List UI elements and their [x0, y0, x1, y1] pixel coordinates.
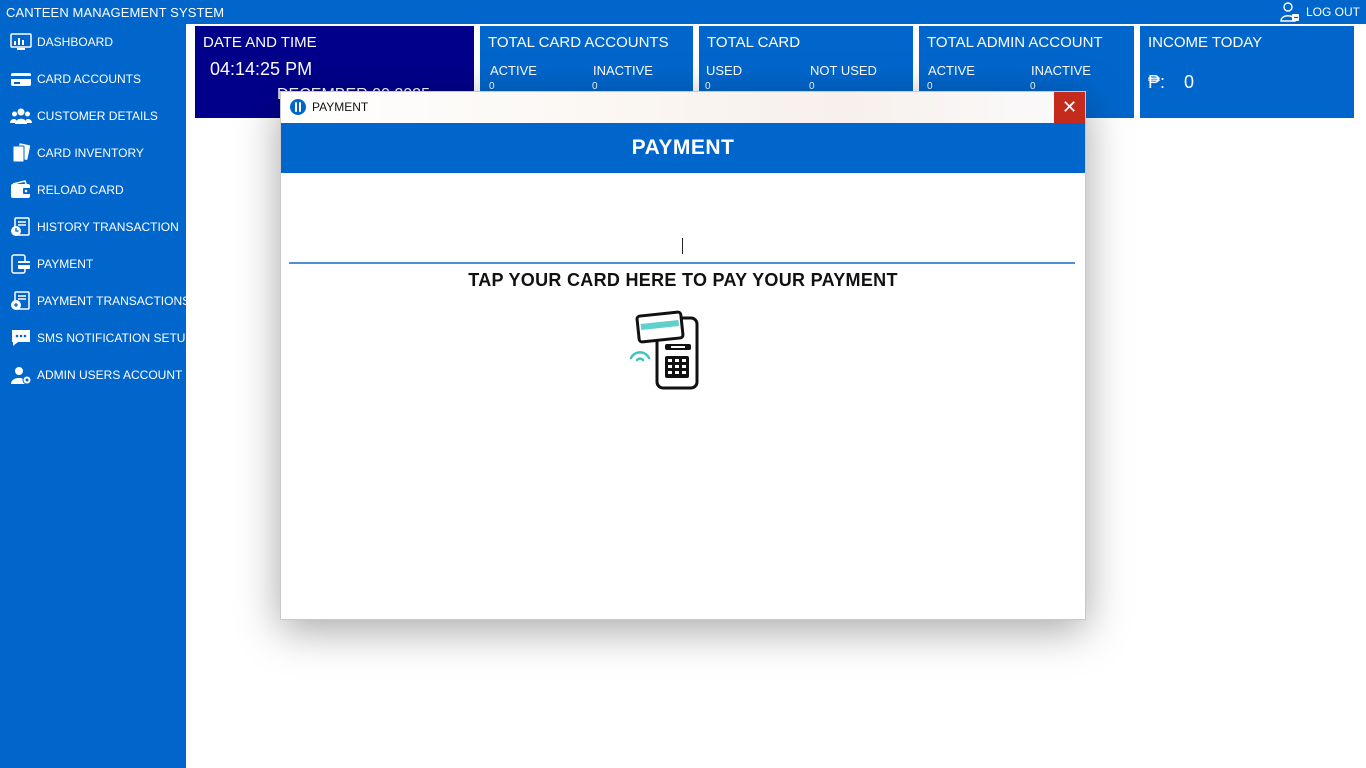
admin-account-title: TOTAL ADMIN ACCOUNT — [927, 34, 1103, 51]
card-terminal-icon — [629, 310, 699, 390]
sidebar-item-card-inventory[interactable]: CARD INVENTORY — [0, 138, 186, 168]
card-accounts-inactive-label: INACTIVE — [593, 63, 653, 78]
users-icon — [10, 108, 32, 124]
sidebar-item-label: DASHBOARD — [37, 35, 114, 49]
close-button[interactable]: ✕ — [1054, 92, 1085, 123]
logout-user-icon — [1280, 2, 1299, 22]
income-today-card: INCOME TODAY ₱: 0 — [1140, 26, 1354, 118]
close-icon: ✕ — [1061, 97, 1078, 117]
sidebar-item-label: SMS NOTIFICATION SETUP — [37, 331, 194, 345]
wallet-icon — [11, 180, 31, 198]
sidebar-item-card-accounts[interactable]: CARD ACCOUNTS — [0, 64, 186, 94]
logout-label: LOG OUT — [1305, 5, 1360, 19]
income-value: 0 — [1184, 72, 1195, 92]
sidebar-item-label: ADMIN USERS ACCOUNT — [37, 368, 183, 382]
sidebar-item-payment-transactions[interactable]: PAYMENT TRANSACTIONS — [0, 286, 190, 316]
sidebar: DASHBOARD CARD ACCOUNTS CUSTOMER DETAILS… — [0, 24, 193, 768]
admin-account-inactive-label: INACTIVE — [1031, 63, 1091, 78]
app-title: CANTEEN MANAGEMENT SYSTEM — [6, 5, 225, 20]
payment-header: PAYMENT — [281, 123, 1085, 173]
sidebar-item-label: CARD ACCOUNTS — [37, 72, 142, 86]
tap-card-instruction: TAP YOUR CARD HERE TO PAY YOUR PAYMENT — [468, 270, 898, 290]
total-card-title: TOTAL CARD — [707, 34, 801, 51]
income-title: INCOME TODAY — [1148, 34, 1263, 51]
datetime-title: DATE AND TIME — [203, 34, 317, 51]
sidebar-item-admin-users-account[interactable]: ADMIN USERS ACCOUNT — [0, 360, 186, 390]
payment-dialog: PAYMENT ✕ PAYMENT TAP YOUR CARD HERE TO … — [280, 91, 1086, 620]
card-accounts-title: TOTAL CARD ACCOUNTS — [488, 34, 669, 51]
sidebar-item-payment[interactable]: PAYMENT — [0, 249, 186, 279]
sidebar-item-history-transaction[interactable]: HISTORY TRANSACTION — [0, 212, 186, 242]
sidebar-item-dashboard[interactable]: DASHBOARD — [0, 27, 186, 57]
transactions-icon — [11, 291, 30, 310]
cards-stack-icon — [12, 143, 31, 163]
sidebar-item-label: RELOAD CARD — [37, 183, 124, 197]
card-icon — [11, 73, 31, 86]
sidebar-item-label: PAYMENT — [37, 257, 94, 271]
payment-dialog-title: PAYMENT — [312, 100, 369, 114]
title-bar: CANTEEN MANAGEMENT SYSTEM LOG OUT — [0, 0, 1366, 24]
current-time: 04:14:25 PM — [210, 59, 313, 79]
logout-button[interactable]: LOG OUT — [1280, 2, 1360, 22]
admin-account-active-label: ACTIVE — [928, 63, 975, 78]
sidebar-item-customer-details[interactable]: CUSTOMER DETAILS — [0, 101, 186, 131]
sidebar-item-label: CUSTOMER DETAILS — [37, 109, 158, 123]
sidebar-item-label: HISTORY TRANSACTION — [37, 220, 179, 234]
total-card-not-used-label: NOT USED — [810, 63, 877, 78]
card-accounts-active-label: ACTIVE — [490, 63, 537, 78]
app-logo-icon — [290, 99, 306, 115]
sidebar-item-reload-card[interactable]: RELOAD CARD — [0, 175, 186, 205]
history-icon — [11, 217, 30, 236]
text-caret — [682, 238, 683, 254]
payment-icon — [11, 254, 30, 274]
payment-header-title: PAYMENT — [631, 136, 735, 159]
admin-icon — [11, 367, 32, 385]
sms-icon — [12, 330, 30, 346]
income-currency: ₱: — [1148, 72, 1166, 92]
sidebar-item-label: PAYMENT TRANSACTIONS — [37, 294, 191, 308]
sidebar-item-sms-notification-setup[interactable]: SMS NOTIFICATION SETUP — [0, 323, 193, 353]
dashboard-icon — [10, 33, 32, 50]
sidebar-item-label: CARD INVENTORY — [37, 146, 144, 160]
payment-dialog-titlebar[interactable]: PAYMENT ✕ — [281, 92, 1085, 123]
total-card-used-label: USED — [706, 63, 743, 78]
